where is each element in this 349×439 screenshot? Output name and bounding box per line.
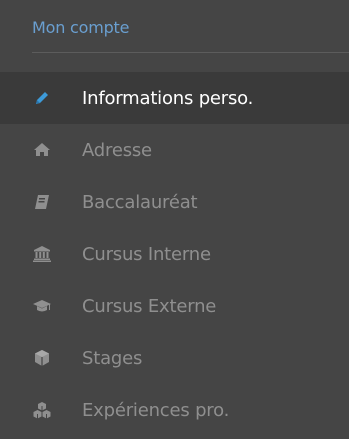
nav-item-label: Expériences pro. <box>82 399 230 421</box>
nav-item-label: Cursus Externe <box>82 295 217 317</box>
section-title: Mon compte <box>32 18 130 37</box>
nav-item-cursus-interne[interactable]: Cursus Interne <box>0 228 349 280</box>
nav-item-label: Informations perso. <box>82 87 254 109</box>
nav-item-baccalaureat[interactable]: Baccalauréat <box>0 176 349 228</box>
institution-icon <box>33 245 51 263</box>
pencil-icon <box>33 89 51 107</box>
nav-item-cursus-externe[interactable]: Cursus Externe <box>0 280 349 332</box>
nav-item-label: Adresse <box>82 139 152 161</box>
book-icon <box>33 193 51 211</box>
nav-item-adresse[interactable]: Adresse <box>0 124 349 176</box>
nav-item-label: Cursus Interne <box>82 243 211 265</box>
nav-item-informations-perso[interactable]: Informations perso. <box>0 72 349 124</box>
nav-item-stages[interactable]: Stages <box>0 332 349 384</box>
nav-item-label: Baccalauréat <box>82 191 198 213</box>
nav-item-experiences-pro[interactable]: Expériences pro. <box>0 384 349 436</box>
home-icon <box>33 141 51 159</box>
account-menu-panel: Mon compte Informations perso. Adresse B… <box>0 0 349 439</box>
cube-icon <box>33 349 51 367</box>
section-divider <box>32 52 349 53</box>
nav-item-label: Stages <box>82 347 143 369</box>
graduation-cap-icon <box>33 297 51 315</box>
cubes-icon <box>33 401 51 419</box>
